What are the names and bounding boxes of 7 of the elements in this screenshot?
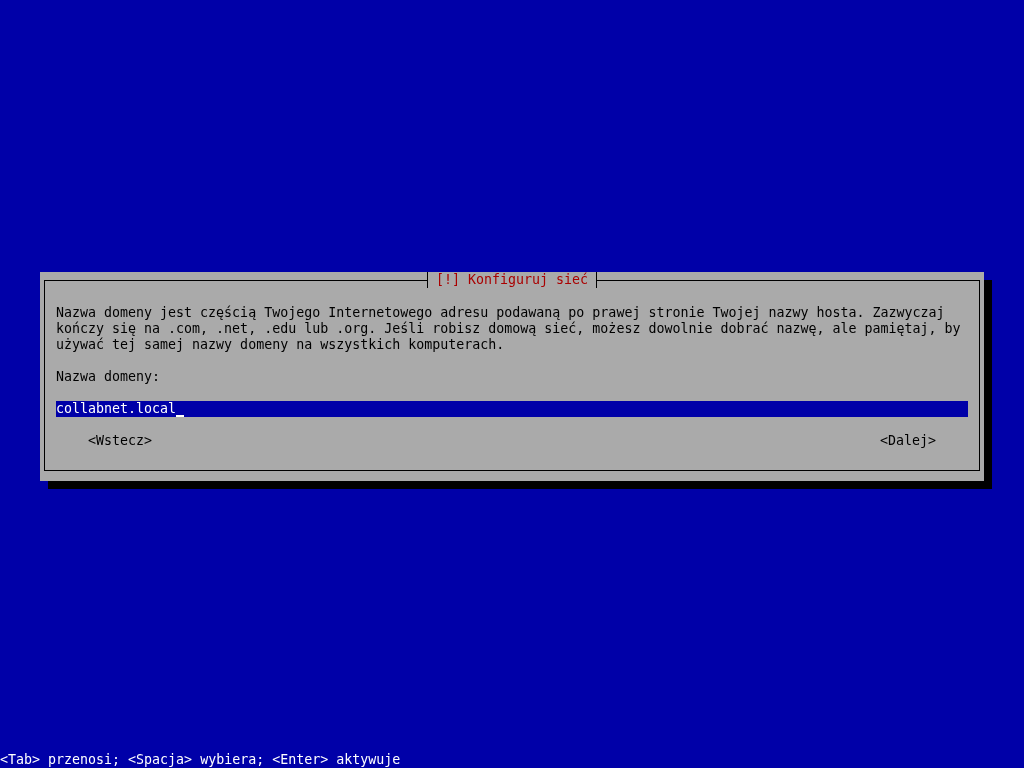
domain-input-field[interactable]: collabnet.local: [56, 401, 968, 417]
dialog-button[interactable]: <Dalej>: [879, 433, 936, 449]
field-label: Nazwa domeny:: [56, 369, 162, 385]
dialog-button[interactable]: <Wstecz>: [88, 433, 153, 449]
key-hints: <Tab> przenosi; <Spacja> wybiera; <Enter> aktywuje: [0, 752, 402, 768]
description-text: Nazwa domeny jest częścią Twojego Internetowego adresu podawaną po prawej stronie Twojej nazwy hosta. Zazwyczaj kończy się na .com, .net, .edu lub .org. Jeśli robisz domową sieć, możesz dowolnie dobrać nazwę, ale pamiętaj, by używać tej samej nazwy domeny na wszystkich komputerach.: [56, 305, 962, 353]
dialog-title: [!] Konfiguruj sieć: [426, 272, 598, 288]
